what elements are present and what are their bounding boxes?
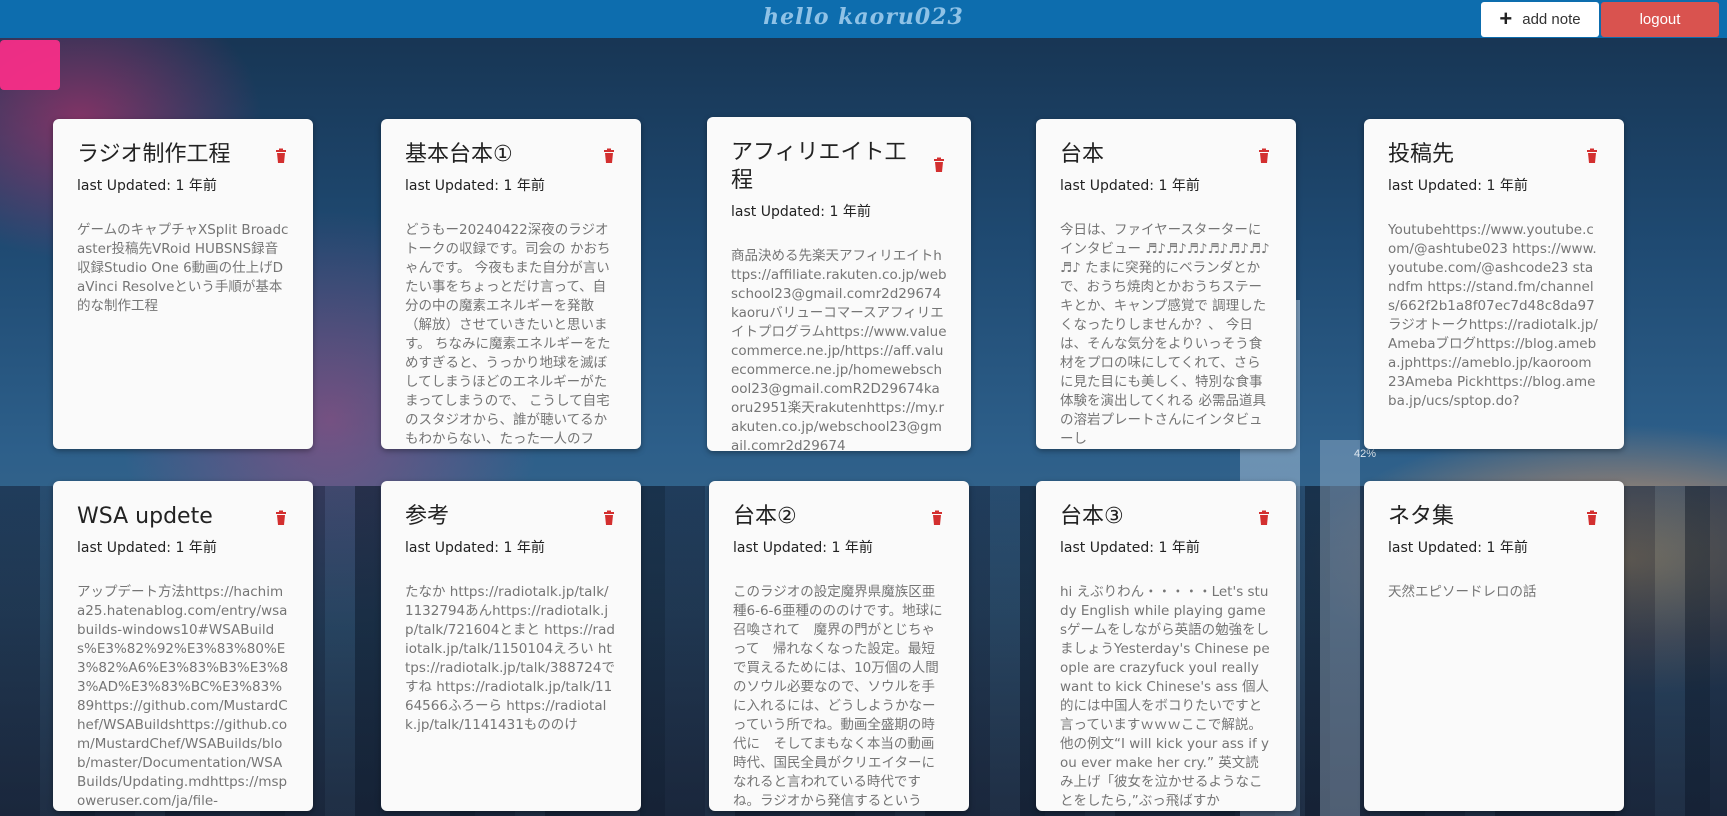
background-tower-secondary: [1320, 440, 1360, 816]
note-card[interactable]: 参考 last Updated: 1 年前 たなか https://radiot…: [381, 481, 641, 811]
note-body: このラジオの設定魔界県魔族区亜種6-6-6亜種のののけです。地球に召喚されて 魔…: [733, 584, 943, 809]
note-updated: last Updated: 1 年前: [1060, 540, 1200, 556]
note-card[interactable]: 台本 last Updated: 1 年前 今日は、ファイヤースターターにインタ…: [1036, 119, 1296, 449]
note-card[interactable]: 基本台本① last Updated: 1 年前 どうもー20240422深夜の…: [381, 119, 641, 449]
note-title: 台本③: [1060, 504, 1124, 529]
note-updated: last Updated: 1 年前: [1388, 178, 1528, 194]
note-body: Youtubehttps://www.youtube.com/@ashtube0…: [1388, 222, 1598, 409]
trash-icon[interactable]: [1256, 510, 1272, 526]
add-note-button[interactable]: + add note: [1481, 2, 1599, 37]
note-title: ネタ集: [1388, 504, 1455, 529]
note-body: たなか https://radiotalk.jp/talk/1132794あんh…: [405, 584, 615, 733]
note-body: アップデート方法https://hachima25.hatenablog.com…: [77, 584, 289, 809]
note-updated: last Updated: 1 年前: [405, 178, 545, 194]
note-title: 参考: [405, 504, 450, 529]
note-body: どうもー20240422深夜のラジオトークの収録です。司会の かおちゃんです。 …: [405, 222, 611, 447]
logout-button[interactable]: logout: [1601, 2, 1719, 37]
note-title: 投稿先: [1388, 142, 1455, 167]
note-card[interactable]: アフィリエイト工程 last Updated: 1 年前 商品決める先楽天アフィ…: [707, 117, 971, 451]
note-body: ゲームのキャプチャXSplit Broadcaster投稿先VRoid HUBS…: [77, 222, 289, 314]
note-updated: last Updated: 1 年前: [731, 204, 871, 220]
background-building-sign: 42%: [1354, 448, 1377, 460]
note-card[interactable]: ネタ集 last Updated: 1 年前 天然エピソードレロの話: [1364, 481, 1624, 811]
note-card[interactable]: WSA updete last Updated: 1 年前 アップデート方法ht…: [53, 481, 313, 811]
note-updated: last Updated: 1 年前: [77, 540, 217, 556]
note-title: 基本台本①: [405, 142, 513, 167]
trash-icon[interactable]: [1584, 510, 1600, 526]
note-body: 天然エピソードレロの話: [1388, 584, 1537, 600]
note-card[interactable]: 投稿先 last Updated: 1 年前 Youtubehttps://ww…: [1364, 119, 1624, 449]
note-title: アフィリエイト工程: [731, 140, 907, 193]
note-title: 台本②: [733, 504, 797, 529]
note-updated: last Updated: 1 年前: [77, 178, 217, 194]
note-card[interactable]: 台本② last Updated: 1 年前 このラジオの設定魔界県魔族区亜種6…: [709, 481, 969, 811]
note-title: WSA updete: [77, 504, 213, 529]
note-updated: last Updated: 1 年前: [733, 540, 873, 556]
trash-icon[interactable]: [1256, 148, 1272, 164]
note-updated: last Updated: 1 年前: [1388, 540, 1528, 556]
background-neon-sign: [0, 40, 60, 90]
note-card[interactable]: 台本③ last Updated: 1 年前 hi えぶりわん・・・・・Let'…: [1036, 481, 1296, 811]
trash-icon[interactable]: [929, 510, 945, 526]
note-updated: last Updated: 1 年前: [405, 540, 545, 556]
note-updated: last Updated: 1 年前: [1060, 178, 1200, 194]
note-title: 台本: [1060, 142, 1105, 167]
trash-icon[interactable]: [601, 148, 617, 164]
note-title: ラジオ制作工程: [77, 142, 231, 167]
note-card[interactable]: ラジオ制作工程 last Updated: 1 年前 ゲームのキャプチャXSpl…: [53, 119, 313, 449]
trash-icon[interactable]: [601, 510, 617, 526]
add-note-label: add note: [1522, 11, 1581, 28]
greeting-title: hello kaoru023: [763, 4, 964, 30]
trash-icon[interactable]: [931, 157, 947, 173]
trash-icon[interactable]: [1584, 148, 1600, 164]
trash-icon[interactable]: [273, 148, 289, 164]
top-bar: hello kaoru023 + add note logout: [0, 0, 1727, 38]
trash-icon[interactable]: [273, 510, 289, 526]
note-body: hi えぶりわん・・・・・Let's study English while p…: [1060, 584, 1270, 809]
note-body: 今日は、ファイヤースターターにインタビュー ♬♪♬♪♬♪♬♪♬♪♬♪♬♪ たまに…: [1060, 222, 1270, 447]
note-body: 商品決める先楽天アフィリエイトhttps://affiliate.rakuten…: [731, 248, 947, 451]
plus-icon: +: [1499, 5, 1513, 31]
